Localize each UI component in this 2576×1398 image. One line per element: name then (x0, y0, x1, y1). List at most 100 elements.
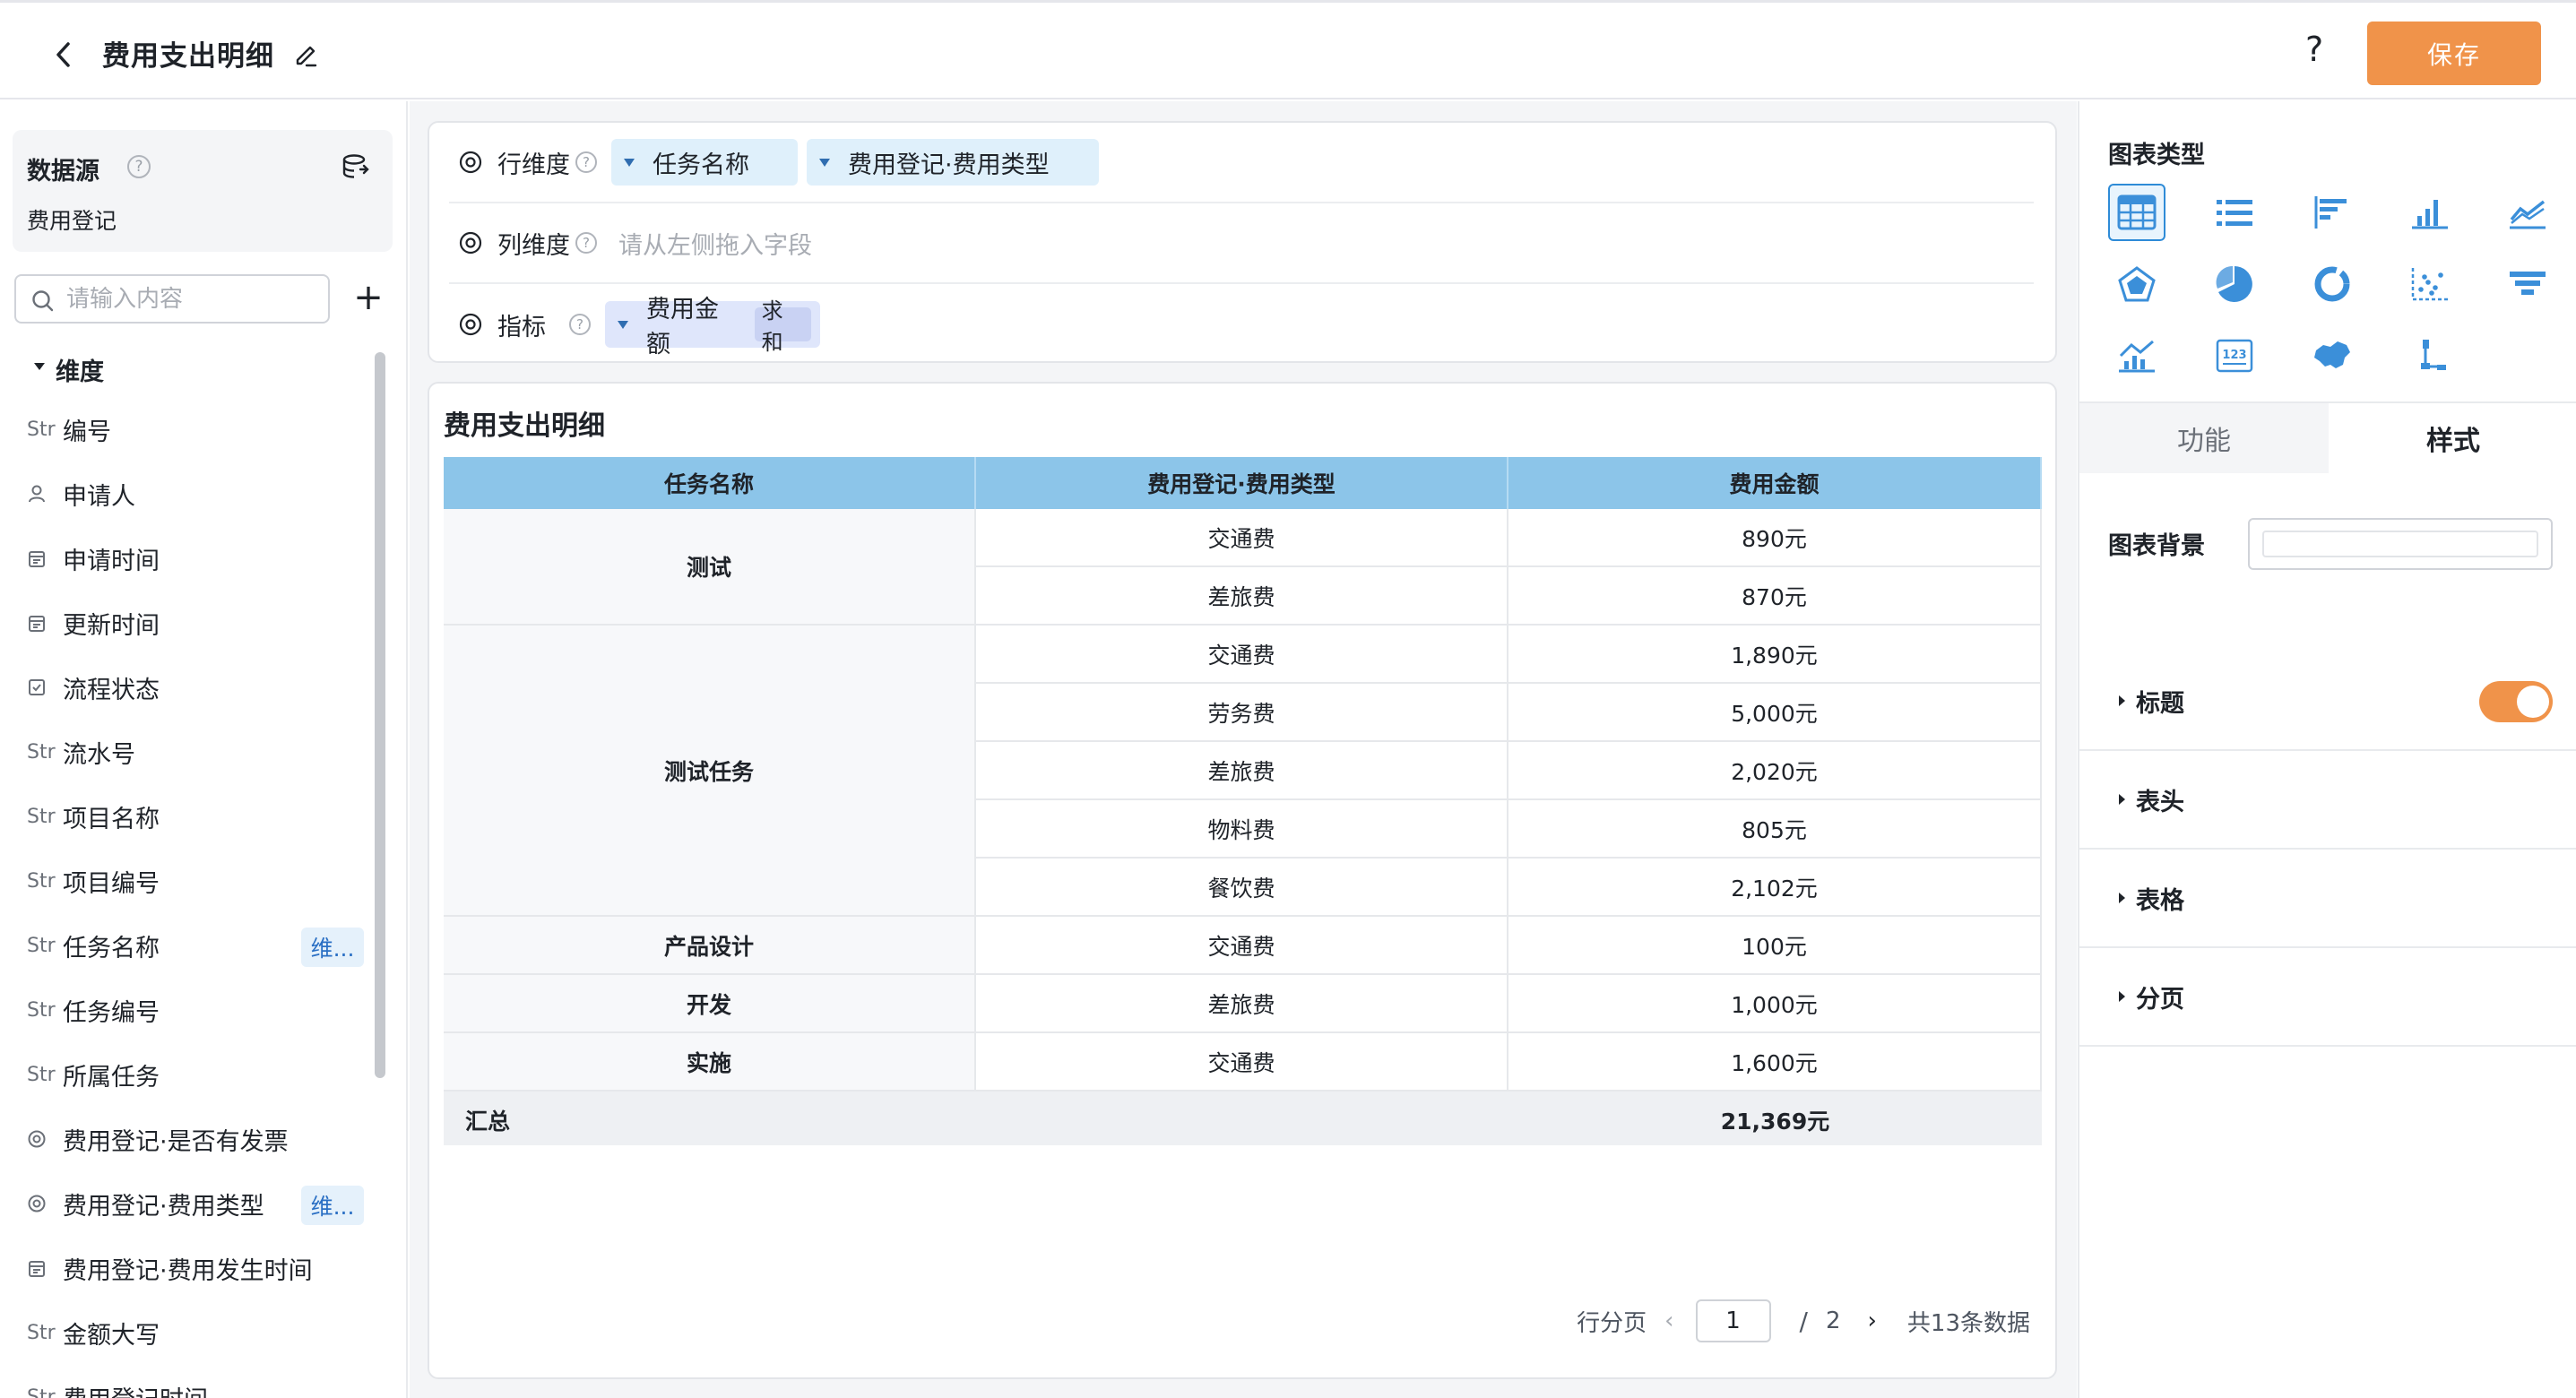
caret-right-icon[interactable] (2119, 794, 2125, 805)
pie-icon[interactable] (2206, 255, 2263, 313)
panel-tabs: 功能 样式 (2079, 401, 2576, 473)
str-icon: Str (27, 1321, 56, 1344)
field-item[interactable]: Str 费用登记时间 (27, 1365, 376, 1398)
aggregation-badge[interactable]: 求和 (754, 298, 811, 355)
tree-icon[interactable] (2401, 327, 2459, 384)
chart-background-color-picker[interactable] (2248, 518, 2553, 570)
metric-label: 指标 (497, 313, 546, 341)
back-arrow-icon[interactable] (50, 37, 79, 73)
scatter-icon[interactable] (2401, 255, 2459, 313)
help-icon[interactable]: ? (575, 151, 597, 173)
pagination-mode-label[interactable]: 行分页 (1577, 1305, 1647, 1338)
top-bar: 费用支出明细 ? 保存 (0, 0, 2576, 99)
bar-vertical-icon[interactable] (2401, 184, 2459, 241)
field-item[interactable]: Str 所属任务 (27, 1042, 376, 1107)
row-group-cell: 开发 (444, 975, 976, 1033)
add-field-button[interactable]: + (351, 277, 385, 318)
field-item[interactable]: Str 项目名称 (27, 784, 376, 849)
settings-icon[interactable] (458, 312, 483, 337)
settings-icon[interactable] (458, 230, 483, 255)
str-icon: Str (27, 1385, 56, 1398)
chevron-right-icon[interactable]: › (1868, 1307, 1877, 1334)
field-search-box[interactable] (14, 274, 330, 324)
line-icon[interactable] (2499, 184, 2556, 241)
field-item[interactable]: Str 项目编号 (27, 849, 376, 913)
caret-right-icon[interactable] (2119, 695, 2125, 706)
field-item[interactable]: 流程状态 (27, 655, 376, 720)
field-label: 费用登记·是否有发票 (63, 1127, 289, 1156)
combo-icon[interactable] (2108, 327, 2165, 384)
radar-icon[interactable] (2108, 255, 2165, 313)
field-label: 任务编号 (63, 998, 160, 1027)
field-item[interactable]: 费用登记·是否有发票 (27, 1107, 376, 1171)
caret-right-icon[interactable] (2119, 893, 2125, 903)
dimension-config: 行维度 ? 任务名称 费用登记·费用类型 列维度 ? 请从左侧拖入字段 指标 ?… (428, 121, 2057, 363)
str-icon: Str (27, 805, 56, 828)
metric-pill-amount[interactable]: 费用金额 求和 (605, 296, 820, 358)
edit-pencil-icon[interactable] (292, 40, 319, 67)
tab-style[interactable]: 样式 (2329, 403, 2576, 473)
canvas-area: 行维度 ? 任务名称 费用登记·费用类型 列维度 ? 请从左侧拖入字段 指标 ?… (410, 101, 2077, 1398)
table-header-cell[interactable]: 任务名称 (444, 457, 976, 509)
style-section-1[interactable]: 表头 (2079, 751, 2576, 850)
amount-cell: 100元 (1508, 917, 2042, 975)
caret-down-icon[interactable] (819, 158, 830, 167)
bar-horizontal-icon[interactable] (2304, 184, 2361, 241)
field-usage-tag[interactable]: 维... (301, 1186, 364, 1225)
column-drop-zone[interactable]: 请从左侧拖入字段 (618, 226, 812, 261)
field-search-input[interactable] (66, 283, 317, 315)
amount-cell: 1,000元 (1508, 975, 2042, 1033)
help-icon[interactable]: ? (569, 314, 591, 335)
map-icon[interactable] (2304, 327, 2361, 384)
expense-type-cell: 交通费 (976, 917, 1508, 975)
field-item[interactable]: 费用登记·费用类型 维... (27, 1171, 376, 1236)
table-icon[interactable] (2108, 184, 2165, 241)
field-item[interactable]: Str 流水号 (27, 720, 376, 784)
caret-down-icon[interactable] (34, 363, 45, 370)
table-header-cell[interactable]: 费用登记·费用类型 (976, 457, 1508, 509)
field-item[interactable]: 申请时间 (27, 526, 376, 591)
caret-down-icon[interactable] (624, 158, 635, 167)
settings-icon[interactable] (458, 150, 483, 175)
chevron-left-icon[interactable]: ‹ (1664, 1307, 1673, 1334)
field-label: 项目编号 (63, 869, 160, 898)
number-card-icon[interactable]: 123 (2206, 327, 2263, 384)
total-value: 21,369元 (1720, 1109, 1830, 1135)
field-item[interactable]: Str 任务编号 (27, 978, 376, 1042)
user-icon (27, 484, 57, 504)
pill-label: 费用登记·费用类型 (848, 151, 1050, 179)
database-switch-icon[interactable] (341, 151, 371, 182)
dimension-group-title[interactable]: 维度 (56, 352, 104, 387)
row-pill-task-name[interactable]: 任务名称 (611, 139, 798, 186)
page-number-input[interactable] (1695, 1299, 1771, 1342)
list-icon[interactable] (2206, 184, 2263, 241)
help-icon[interactable]: ? (575, 232, 597, 254)
field-usage-tag[interactable]: 维... (301, 928, 364, 967)
calendar-icon (27, 548, 57, 568)
funnel-icon[interactable] (2499, 255, 2556, 313)
row-pill-expense-type[interactable]: 费用登记·费用类型 (807, 139, 1099, 186)
field-item[interactable]: Str 金额大写 (27, 1300, 376, 1365)
save-button[interactable]: 保存 (2367, 22, 2541, 85)
style-section-0[interactable]: 标题 (2079, 652, 2576, 751)
svg-text:123: 123 (2222, 349, 2246, 362)
datasource-help-icon[interactable]: ? (127, 155, 151, 178)
tab-function[interactable]: 功能 (2079, 403, 2329, 473)
field-item[interactable]: 申请人 (27, 462, 376, 526)
style-section-3[interactable]: 分页 (2079, 948, 2576, 1047)
field-item[interactable]: 更新时间 (27, 591, 376, 655)
field-label: 更新时间 (63, 611, 160, 640)
help-button[interactable]: ? (2305, 30, 2323, 69)
pill-label: 任务名称 (653, 151, 749, 179)
style-section-2[interactable]: 表格 (2079, 850, 2576, 948)
title-visibility-toggle[interactable] (2479, 681, 2553, 722)
field-item[interactable]: 费用登记·费用发生时间 (27, 1236, 376, 1300)
caret-down-icon[interactable] (618, 320, 628, 329)
field-item[interactable]: Str 任务名称 维... (27, 913, 376, 978)
table-header-cell[interactable]: 费用金额 (1508, 457, 2042, 509)
caret-right-icon[interactable] (2119, 991, 2125, 1002)
field-item[interactable]: Str 编号 (27, 397, 376, 462)
checkbox-icon (27, 677, 57, 697)
field-list-scrollbar[interactable] (375, 352, 385, 1078)
donut-icon[interactable] (2304, 255, 2361, 313)
